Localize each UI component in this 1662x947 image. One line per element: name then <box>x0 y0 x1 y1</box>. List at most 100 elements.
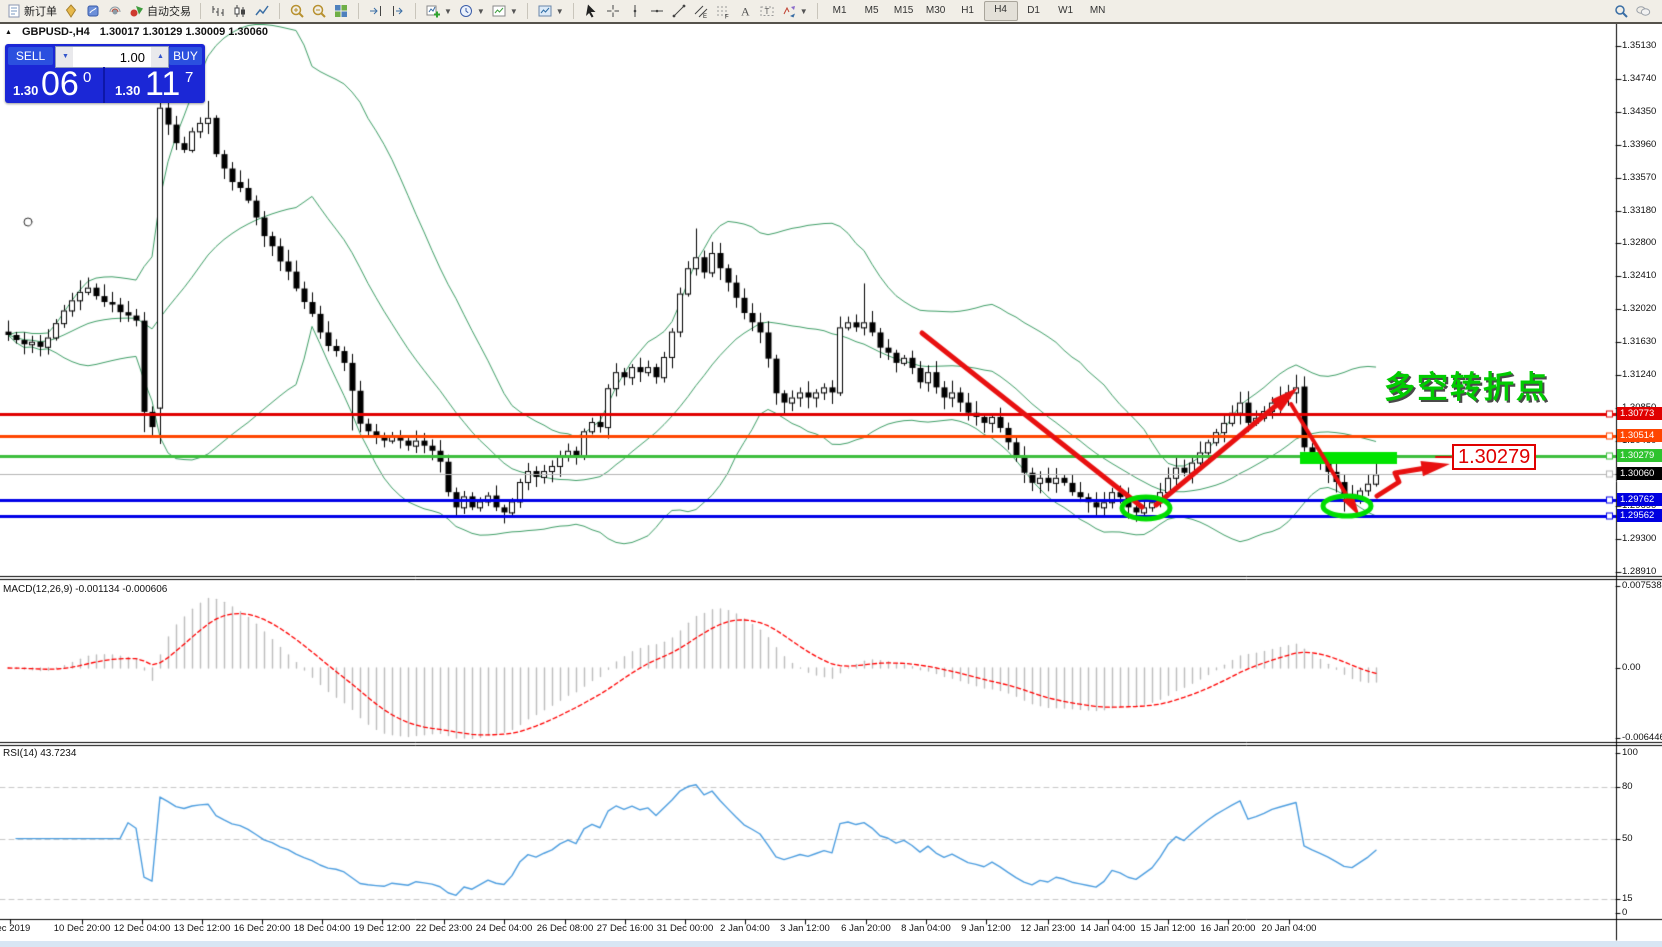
price-tick-label: 1.34350 <box>1622 106 1662 118</box>
price-tick-label: 1.33180 <box>1622 205 1662 217</box>
time-tick-label: 20 Jan 04:00 <box>1254 923 1324 934</box>
dropdown-caret-icon[interactable]: ▼ <box>556 7 564 16</box>
timeframe-h1-button[interactable]: H1 <box>952 2 984 20</box>
price-tick-label: 1.31240 <box>1622 369 1662 381</box>
charttype-icon <box>537 3 553 19</box>
toolbar-separator <box>527 3 528 19</box>
ohlc-quotes-label: 1.30017 1.30129 1.30009 1.30060 <box>100 26 268 38</box>
time-tick-label: Dec 2019 <box>0 923 45 934</box>
dropdown-caret-icon[interactable]: ▼ <box>510 7 518 16</box>
rsi-tick-label: 0 <box>1622 907 1662 919</box>
zoom-out-button[interactable] <box>308 1 330 21</box>
community-button[interactable] <box>1632 1 1654 21</box>
price-callout-label[interactable]: 1.30279 <box>1452 444 1536 470</box>
bar-chart-button[interactable] <box>207 1 229 21</box>
autotrade-button[interactable]: 自动交易 <box>126 1 194 21</box>
new-order-button[interactable]: 新订单 <box>3 1 60 21</box>
terminal-button[interactable] <box>82 1 104 21</box>
one-click-trading-panel: SELL ▼ ▲ BUY 1.30 06 0 1.30 11 7 <box>5 44 205 103</box>
chart-type-button[interactable]: ▼ <box>534 1 567 21</box>
rsi-tick-label: 15 <box>1622 893 1662 905</box>
channel-icon: E <box>693 3 709 19</box>
auto-scroll-button[interactable] <box>365 1 387 21</box>
time-tick-label: 19 Dec 12:00 <box>347 923 417 934</box>
signals-button[interactable] <box>104 1 126 21</box>
price-line-tag: 1.30514 <box>1617 429 1662 442</box>
trade-panel-top-row: SELL ▼ ▲ BUY <box>5 44 205 67</box>
buy-button[interactable]: BUY <box>169 47 202 65</box>
toolbar-separator <box>200 3 201 19</box>
macd-tick-label: -0.006446 <box>1622 732 1662 744</box>
toolbar-separator <box>573 3 574 19</box>
volume-decrease-button[interactable]: ▼ <box>56 47 73 67</box>
autotrade-icon <box>129 3 145 19</box>
line-chart-button[interactable] <box>251 1 273 21</box>
sell-price-display[interactable]: 1.30 06 0 <box>5 67 105 103</box>
metaeditor-button[interactable] <box>60 1 82 21</box>
collapse-panel-icon[interactable]: ▲ <box>5 29 12 36</box>
text-tool-button[interactable]: A <box>734 1 756 21</box>
terminal-icon <box>85 3 101 19</box>
timeframe-mn-button[interactable]: MN <box>1082 2 1114 20</box>
profiles-button[interactable]: ▼ <box>455 1 488 21</box>
horizontal-line-tool-button[interactable] <box>646 1 668 21</box>
search-button[interactable] <box>1610 1 1632 21</box>
fibonacci-tool-button[interactable]: F <box>712 1 734 21</box>
timeframe-m5-button[interactable]: M5 <box>856 2 888 20</box>
fibo-icon: F <box>715 3 731 19</box>
chart-canvas[interactable] <box>0 0 1662 947</box>
volume-input[interactable] <box>73 47 151 67</box>
vertical-line-tool-button[interactable] <box>624 1 646 21</box>
timeframe-m15-button[interactable]: M15 <box>888 2 920 20</box>
volume-increase-button[interactable]: ▲ <box>151 47 168 67</box>
sell-price-big: 06 <box>41 65 79 104</box>
macd-tick-label: 0.00 <box>1622 662 1662 674</box>
frame-icon <box>491 3 507 19</box>
candlestick-chart-button[interactable] <box>229 1 251 21</box>
dropdown-caret-icon[interactable]: ▼ <box>477 7 485 16</box>
chart-shift-button[interactable] <box>387 1 409 21</box>
search-icon <box>1613 3 1629 19</box>
sell-button[interactable]: SELL <box>8 47 53 65</box>
equidistant-channel-tool-button[interactable]: E <box>690 1 712 21</box>
new-chart-button[interactable]: ▼ <box>422 1 455 21</box>
rsi-indicator-label: RSI(14) 43.7234 <box>3 748 76 759</box>
community-icon <box>1635 3 1651 19</box>
svg-text:T: T <box>764 7 769 16</box>
macd-indicator-label: MACD(12,26,9) -0.001134 -0.000606 <box>3 584 167 595</box>
price-line-tag: 1.30060 <box>1617 467 1662 480</box>
signal-icon <box>107 3 123 19</box>
timeframe-w1-button[interactable]: W1 <box>1050 2 1082 20</box>
trendline-tool-button[interactable] <box>668 1 690 21</box>
textA-icon: A <box>737 3 753 19</box>
macd-tick-label: 0.007538 <box>1622 580 1662 592</box>
arrows-tool-button[interactable]: ▼ <box>778 1 811 21</box>
buy-price-small: 1.30 <box>115 83 140 98</box>
cursor-tool-button[interactable] <box>580 1 602 21</box>
timeframe-d1-button[interactable]: D1 <box>1018 2 1050 20</box>
turning-point-annotation[interactable]: 多空转折点 <box>1384 362 1549 407</box>
zoom-in-button[interactable] <box>286 1 308 21</box>
crosshair-tool-button[interactable] <box>602 1 624 21</box>
buy-price-display[interactable]: 1.30 11 7 <box>105 67 205 103</box>
tile-windows-button[interactable] <box>330 1 352 21</box>
toolbar-separator <box>415 3 416 19</box>
main-toolbar: 新订单 自动交易 ▼ ▼ ▼ ▼ EFA T ▼ M1M5M15M30H1H4D1W1MN <box>0 0 1662 24</box>
text-label-tool-button[interactable]: T <box>756 1 778 21</box>
mt4-window: 新订单 自动交易 ▼ ▼ ▼ ▼ EFA T ▼ M1M5M15M30H1H4D1W1MN ▲ G… <box>0 0 1662 947</box>
price-tick-label: 1.35130 <box>1622 40 1662 52</box>
window-bottom-edge <box>0 941 1662 947</box>
zoomout-icon <box>311 3 327 19</box>
time-tick-label: 9 Jan 12:00 <box>951 923 1021 934</box>
time-tick-label: 24 Dec 04:00 <box>469 923 539 934</box>
timeframe-m1-button[interactable]: M1 <box>824 2 856 20</box>
zoomin-icon <box>289 3 305 19</box>
dropdown-caret-icon[interactable]: ▼ <box>800 7 808 16</box>
chart-title: ▲ GBPUSD-,H4 1.30017 1.30129 1.30009 1.3… <box>5 26 268 38</box>
svg-text:A: A <box>741 5 750 19</box>
templates-button[interactable]: ▼ <box>488 1 521 21</box>
newchart-icon <box>425 3 441 19</box>
dropdown-caret-icon[interactable]: ▼ <box>444 7 452 16</box>
timeframe-m30-button[interactable]: M30 <box>920 2 952 20</box>
timeframe-h4-button[interactable]: H4 <box>984 1 1018 21</box>
